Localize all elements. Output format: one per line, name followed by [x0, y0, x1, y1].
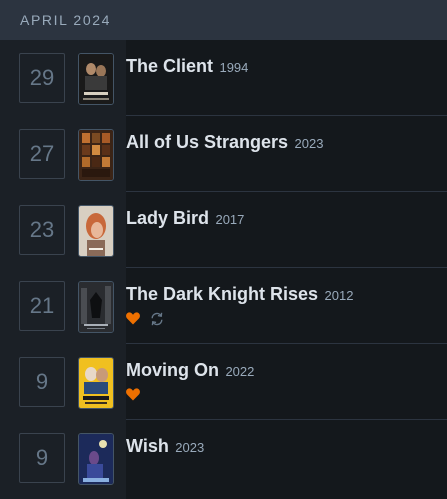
day-number[interactable]: 23 — [19, 205, 65, 255]
film-title[interactable]: Lady Bird — [126, 208, 209, 228]
film-title[interactable]: The Client — [126, 56, 213, 76]
day-number[interactable]: 27 — [19, 129, 65, 179]
film-info: The Dark Knight Rises 2012 — [126, 284, 353, 305]
film-title[interactable]: Wish — [126, 436, 169, 456]
heart-icon[interactable] — [126, 312, 140, 325]
day-number[interactable]: 9 — [19, 433, 65, 483]
film-year[interactable]: 1994 — [219, 60, 248, 75]
month-header: APRIL 2024 — [0, 0, 447, 40]
poster-image — [79, 130, 113, 180]
film-poster[interactable] — [78, 433, 114, 485]
film-year[interactable]: 2023 — [295, 136, 324, 151]
film-title[interactable]: All of Us Strangers — [126, 132, 288, 152]
day-number[interactable]: 9 — [19, 357, 65, 407]
film-info: Wish 2023 — [126, 436, 204, 457]
poster-image — [79, 434, 113, 484]
month-title: APRIL 2024 — [20, 12, 111, 28]
film-poster[interactable] — [78, 129, 114, 181]
film-info: The Client 1994 — [126, 56, 248, 77]
entry-meta — [126, 388, 146, 404]
diary-entry[interactable]: 23 Lady Bird 2017 — [0, 192, 447, 268]
film-info: Lady Bird 2017 — [126, 208, 244, 229]
film-title[interactable]: Moving On — [126, 360, 219, 380]
film-poster[interactable] — [78, 205, 114, 257]
diary-entry[interactable]: 9 Moving On 2022 — [0, 344, 447, 420]
poster-image — [79, 282, 113, 332]
diary-entry[interactable]: 21 The Dark Knight Rises 2012 — [0, 268, 447, 344]
day-number[interactable]: 21 — [19, 281, 65, 331]
film-poster[interactable] — [78, 357, 114, 409]
rewatch-icon[interactable] — [150, 312, 164, 326]
film-title[interactable]: The Dark Knight Rises — [126, 284, 318, 304]
diary-entries: 29 The Client 1994 27 All of Us Stranger… — [0, 40, 447, 496]
film-year[interactable]: 2022 — [225, 364, 254, 379]
film-info: All of Us Strangers 2023 — [126, 132, 323, 153]
diary-page: APRIL 2024 29 The Client 1994 27 All of … — [0, 0, 447, 499]
entry-meta — [126, 312, 170, 328]
diary-entry[interactable]: 27 All of Us Strangers 2023 — [0, 116, 447, 192]
heart-icon[interactable] — [126, 388, 140, 401]
film-poster[interactable] — [78, 53, 114, 105]
film-year[interactable]: 2017 — [215, 212, 244, 227]
film-year[interactable]: 2012 — [325, 288, 354, 303]
film-poster[interactable] — [78, 281, 114, 333]
film-info: Moving On 2022 — [126, 360, 254, 381]
poster-image — [79, 358, 113, 408]
poster-image — [79, 206, 113, 256]
diary-entry[interactable]: 9 Wish 2023 — [0, 420, 447, 496]
poster-image — [79, 54, 113, 104]
diary-entry[interactable]: 29 The Client 1994 — [0, 40, 447, 116]
day-number[interactable]: 29 — [19, 53, 65, 103]
film-year[interactable]: 2023 — [175, 440, 204, 455]
